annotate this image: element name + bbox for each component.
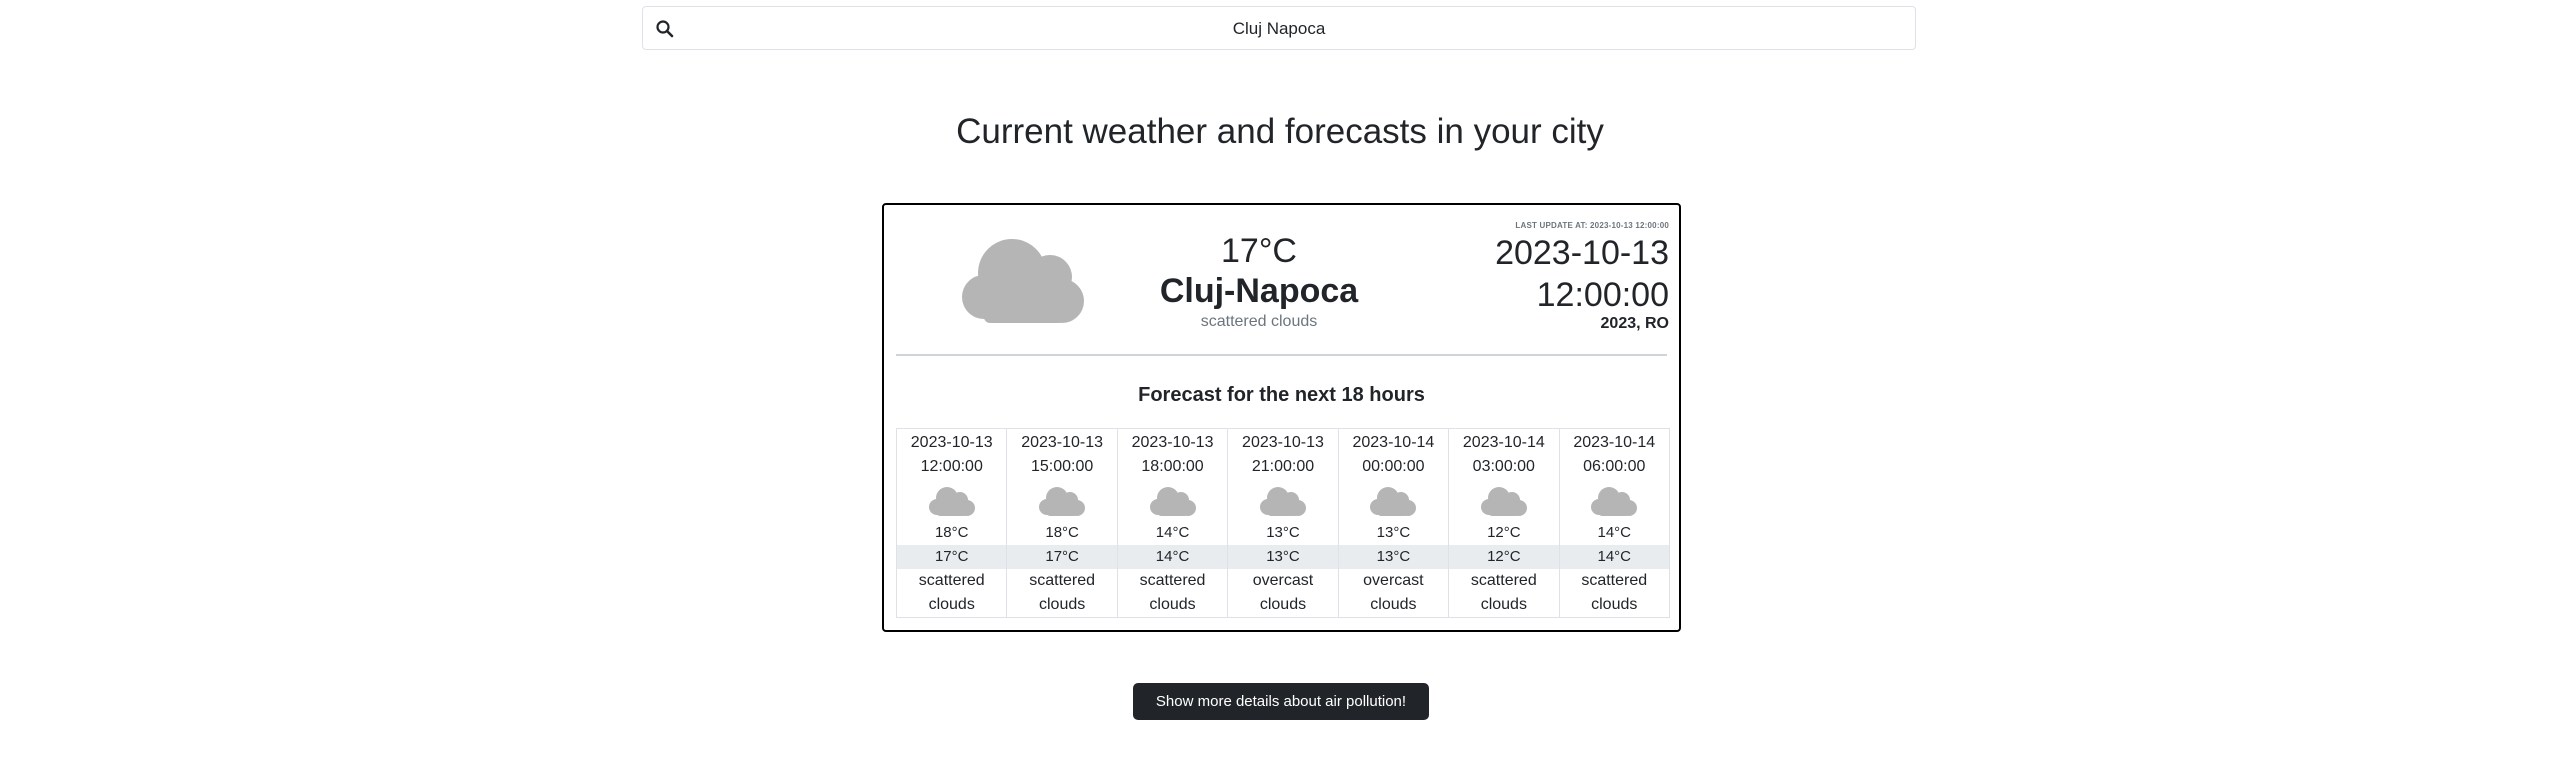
forecast-description-line: overcast xyxy=(1252,572,1314,589)
current-time: 12:00:00 xyxy=(1536,276,1669,314)
forecast-time: 00:00:00 xyxy=(1362,458,1425,475)
forecast-item: 2023-10-13 18:00:00 14°C 14°C scattered cloud… xyxy=(1117,429,1229,618)
forecast-temperature: 14°C xyxy=(1597,524,1631,541)
forecast-feels-like: 13°C xyxy=(1228,545,1338,569)
forecast-table: 2023-10-13 12:00:00 18°C 17°C scattered cloud… xyxy=(896,428,1670,618)
forecast-temperature: 14°C xyxy=(1155,524,1190,541)
forecast-date: 2023-10-14 xyxy=(1573,434,1656,451)
forecast-item: 2023-10-13 12:00:00 18°C 17°C scattered cloud… xyxy=(897,429,1008,618)
forecast-datetime: 2023-10-13 12:00:00 xyxy=(897,429,1006,479)
forecast-description: scattered clouds xyxy=(1560,569,1669,617)
forecast-item: 2023-10-14 03:00:00 12°C 12°C scattered cloud… xyxy=(1449,429,1560,618)
forecast-time: 18:00:00 xyxy=(1141,458,1204,475)
forecast-date: 2023-10-13 xyxy=(1242,434,1324,451)
forecast-datetime: 2023-10-14 03:00:00 xyxy=(1449,429,1558,479)
forecast-description-line: clouds xyxy=(1480,596,1527,613)
forecast-description-line: clouds xyxy=(1591,596,1638,613)
cloud-icon xyxy=(1449,479,1558,521)
forecast-temperature: 13°C xyxy=(1266,524,1300,541)
forecast-feels-like: 17°C xyxy=(897,545,1007,569)
forecast-date: 2023-10-13 xyxy=(1021,434,1104,451)
forecast-item: 2023-10-13 21:00:00 13°C 13°C overcast clouds xyxy=(1228,429,1339,618)
forecast-feels-like: 14°C xyxy=(1117,545,1228,569)
forecast-feels-like: 12°C xyxy=(1449,545,1559,569)
forecast-time: 06:00:00 xyxy=(1583,458,1646,475)
forecast-time: 15:00:00 xyxy=(1030,458,1094,475)
update-info: LAST UPDATE AT: 2023-10-13 12:00:00 2023… xyxy=(1495,221,1669,334)
last-update-label: LAST UPDATE AT: 2023-10-13 12:00:00 xyxy=(1515,221,1669,230)
forecast-description-line: scattered xyxy=(1029,572,1096,589)
cloud-icon xyxy=(1118,479,1227,521)
forecast-description: scattered clouds xyxy=(1449,569,1558,617)
forecast-item: 2023-10-13 15:00:00 18°C 17°C scattered cloud… xyxy=(1007,429,1118,618)
forecast-description: overcast clouds xyxy=(1339,569,1448,617)
search-bar[interactable] xyxy=(642,6,1916,51)
page-title: Current weather and forecasts in your ci… xyxy=(956,112,1604,151)
cloud-icon xyxy=(1339,479,1448,521)
forecast-description: scattered clouds xyxy=(1118,569,1227,617)
forecast-description: overcast clouds xyxy=(1228,569,1337,617)
forecast-description-line: clouds xyxy=(928,596,975,613)
forecast-date: 2023-10-14 xyxy=(1462,434,1545,451)
forecast-time: 03:00:00 xyxy=(1472,458,1535,475)
current-temperature: 17°C xyxy=(1221,232,1297,270)
forecast-description-line: clouds xyxy=(1259,596,1307,613)
search-input[interactable] xyxy=(687,7,1871,51)
forecast-datetime: 2023-10-14 00:00:00 xyxy=(1339,429,1448,479)
cloud-icon xyxy=(962,239,1084,323)
forecast-description-line: scattered xyxy=(918,572,985,589)
forecast-description-line: clouds xyxy=(1149,596,1196,613)
forecast-date: 2023-10-14 xyxy=(1352,434,1435,451)
current-weather-info: 17°C Cluj-Napoca scattered clouds xyxy=(1134,231,1384,333)
forecast-date: 2023-10-13 xyxy=(1131,434,1214,451)
forecast-feels-like: 14°C xyxy=(1559,545,1669,569)
forecast-item: 2023-10-14 06:00:00 14°C 14°C scattered cloud… xyxy=(1559,429,1670,618)
forecast-temperature: 13°C xyxy=(1376,524,1411,541)
cloud-icon xyxy=(1560,479,1669,521)
forecast-description-line: scattered xyxy=(1581,572,1648,589)
forecast-feels-like: 17°C xyxy=(1007,545,1117,569)
cloud-icon xyxy=(1007,479,1116,521)
forecast-datetime: 2023-10-13 15:00:00 xyxy=(1007,429,1116,479)
location-code: 2023, RO xyxy=(1600,315,1669,332)
search-icon xyxy=(656,20,674,38)
current-date: 2023-10-13 xyxy=(1495,234,1669,272)
forecast-datetime: 2023-10-13 21:00:00 xyxy=(1228,429,1337,479)
air-pollution-details-button[interactable]: Show more details about air pollution! xyxy=(1133,683,1429,720)
forecast-description-line: clouds xyxy=(1370,596,1417,613)
forecast-feels-like: 13°C xyxy=(1338,545,1449,569)
forecast-item: 2023-10-14 00:00:00 13°C 13°C overcast clouds xyxy=(1338,429,1450,618)
forecast-description-line: clouds xyxy=(1039,596,1086,613)
divider xyxy=(896,354,1667,356)
forecast-datetime: 2023-10-14 06:00:00 xyxy=(1560,429,1669,479)
forecast-time: 21:00:00 xyxy=(1251,458,1315,475)
weather-card: 17°C Cluj-Napoca scattered clouds LAST U… xyxy=(882,203,1681,632)
weather-description: scattered clouds xyxy=(1200,313,1318,330)
forecast-temperature: 12°C xyxy=(1487,524,1521,541)
forecast-date: 2023-10-13 xyxy=(910,434,993,451)
city-name: Cluj-Napoca xyxy=(1159,272,1359,310)
cloud-icon xyxy=(897,479,1006,521)
forecast-description-line: scattered xyxy=(1470,572,1537,589)
forecast-description: scattered clouds xyxy=(1007,569,1116,617)
forecast-title: Forecast for the next 18 hours xyxy=(1138,384,1425,406)
forecast-time: 12:00:00 xyxy=(920,458,983,475)
forecast-temperature: 18°C xyxy=(934,524,969,541)
forecast-datetime: 2023-10-13 18:00:00 xyxy=(1118,429,1227,479)
cloud-icon xyxy=(1228,479,1337,521)
forecast-description-line: overcast xyxy=(1363,572,1424,589)
forecast-description-line: scattered xyxy=(1139,572,1206,589)
forecast-temperature: 18°C xyxy=(1045,524,1079,541)
forecast-description: scattered clouds xyxy=(897,569,1006,617)
